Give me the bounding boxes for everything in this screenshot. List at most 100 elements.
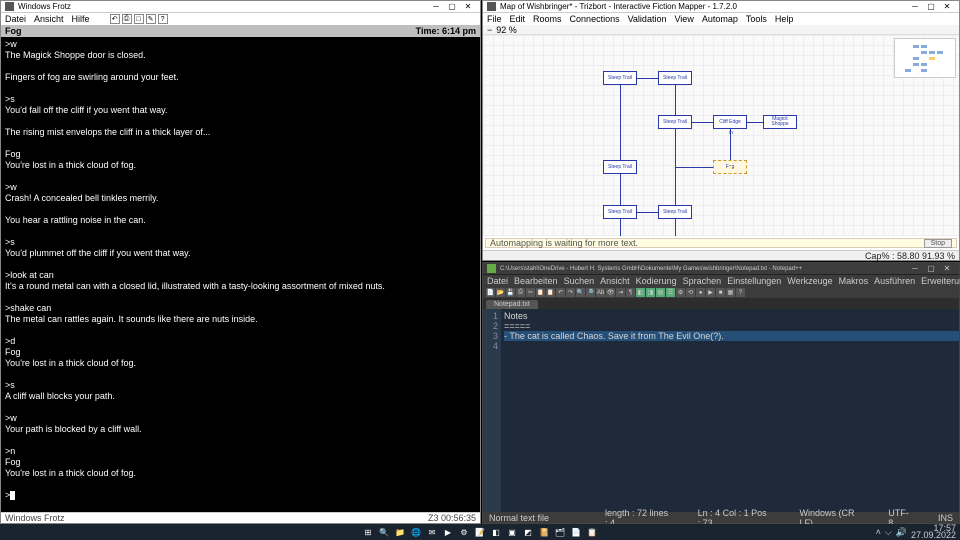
npp-tool-icon[interactable]: 💾: [506, 288, 515, 297]
m-werkz[interactable]: Werkzeuge: [787, 276, 832, 286]
system-tray[interactable]: ˄ ⌵ 🔊 17:57 27.09.2022: [876, 525, 956, 539]
taskbar-item[interactable]: ▶: [441, 526, 455, 538]
npp-tool-icon[interactable]: ⚙: [676, 288, 685, 297]
maximize-button[interactable]: ▢: [444, 2, 460, 12]
taskbar-item[interactable]: 📄: [569, 526, 583, 538]
taskbar-item[interactable]: 📋: [585, 526, 599, 538]
room-steep-trail[interactable]: Steep Trail: [658, 115, 692, 129]
npp-tool-icon[interactable]: 📂: [496, 288, 505, 297]
taskbar-item[interactable]: 🌐: [409, 526, 423, 538]
npp-tool-icon[interactable]: ?: [736, 288, 745, 297]
minimize-button[interactable]: ─: [428, 2, 444, 12]
menu-datei[interactable]: Datei: [5, 14, 26, 24]
connection[interactable]: [675, 167, 713, 168]
npp-tool-icon[interactable]: 📄: [486, 288, 495, 297]
npp-tool-icon[interactable]: ¶: [626, 288, 635, 297]
connection[interactable]: [620, 219, 621, 236]
tool-icon[interactable]: □: [134, 14, 144, 24]
m-einst[interactable]: Einstellungen: [727, 276, 781, 286]
npp-tool-icon[interactable]: ◧: [636, 288, 645, 297]
connection[interactable]: [637, 78, 658, 79]
tray-wifi-icon[interactable]: ⌵: [885, 527, 892, 538]
npp-tool-icon[interactable]: ⟲: [686, 288, 695, 297]
npp-tool-icon[interactable]: ⎙: [516, 288, 525, 297]
m-ansicht[interactable]: Ansicht: [600, 276, 630, 286]
connection[interactable]: [747, 122, 763, 123]
m-suchen[interactable]: Suchen: [564, 276, 595, 286]
taskbar-item[interactable]: ▣: [505, 526, 519, 538]
npp-tool-icon[interactable]: ↷: [566, 288, 575, 297]
tool-icon[interactable]: ↶: [110, 14, 120, 24]
taskbar-item[interactable]: 🔍: [377, 526, 391, 538]
npp-tool-icon[interactable]: 👁: [606, 288, 615, 297]
menu-file[interactable]: File: [487, 14, 502, 24]
npp-tool-icon[interactable]: 🔎: [586, 288, 595, 297]
m-sprachen[interactable]: Sprachen: [683, 276, 722, 286]
minimize-button[interactable]: ─: [907, 264, 923, 274]
editor-text[interactable]: Notes=====- The cat is called Chaos. Sav…: [501, 309, 959, 512]
npp-tool-icon[interactable]: ▤: [656, 288, 665, 297]
taskbar-item[interactable]: ⚙: [457, 526, 471, 538]
npp-tool-icon[interactable]: ◨: [646, 288, 655, 297]
tray-clock[interactable]: 17:57 27.09.2022: [911, 525, 956, 539]
m-kodierung[interactable]: Kodierung: [636, 276, 677, 286]
room-steep-trail[interactable]: Steep Trail: [603, 71, 637, 85]
triz-titlebar[interactable]: Map of Wishbringer* - Trizbort - Interac…: [483, 1, 959, 13]
taskbar-item[interactable]: 📝: [473, 526, 487, 538]
m-bearbeiten[interactable]: Bearbeiten: [514, 276, 558, 286]
taskbar-item[interactable]: 📁: [393, 526, 407, 538]
npp-tool-icon[interactable]: ☰: [666, 288, 675, 297]
menu-hilfe[interactable]: Hilfe: [72, 14, 90, 24]
taskbar[interactable]: ⊞🔍📁🌐✉▶⚙📝◧▣◩📔🗂📄📋 ˄ ⌵ 🔊 17:57 27.09.2022: [0, 524, 960, 540]
npp-tool-icon[interactable]: ↶: [556, 288, 565, 297]
connection[interactable]: [675, 85, 676, 115]
room-steep-trail[interactable]: Steep Trail: [603, 205, 637, 219]
menu-ansicht[interactable]: Ansicht: [34, 14, 64, 24]
connection[interactable]: [675, 167, 676, 236]
npp-tool-icon[interactable]: 📋: [546, 288, 555, 297]
menu-validation[interactable]: Validation: [628, 14, 667, 24]
connection[interactable]: [637, 212, 658, 213]
m-datei[interactable]: Datei: [487, 276, 508, 286]
m-makros[interactable]: Makros: [839, 276, 869, 286]
npp-tool-icon[interactable]: ■: [716, 288, 725, 297]
tool-icon[interactable]: ⎙: [122, 14, 132, 24]
maximize-button[interactable]: ▢: [923, 2, 939, 12]
npp-editor[interactable]: 1234 Notes=====- The cat is called Chaos…: [483, 309, 959, 512]
triz-canvas[interactable]: Steep Trail Steep Trail Steep Trail Cliff E…: [483, 35, 959, 236]
minimap[interactable]: [894, 38, 956, 78]
maximize-button[interactable]: ▢: [923, 264, 939, 274]
room-fog[interactable]: Fog: [713, 160, 747, 174]
npp-tool-icon[interactable]: ▦: [726, 288, 735, 297]
npp-tool-icon[interactable]: 🔍: [576, 288, 585, 297]
taskbar-item[interactable]: 🗂: [553, 526, 567, 538]
tray-volume-icon[interactable]: 🔊: [896, 527, 907, 538]
menu-edit[interactable]: Edit: [510, 14, 526, 24]
room-steep-trail[interactable]: Steep Trail: [658, 205, 692, 219]
menu-automap[interactable]: Automap: [702, 14, 738, 24]
frotz-terminal[interactable]: >wThe Magick Shoppe door is closed. Fing…: [1, 37, 480, 512]
close-button[interactable]: ✕: [460, 2, 476, 12]
tab-notepad[interactable]: Notepad.txt: [486, 300, 538, 309]
minimize-button[interactable]: ─: [907, 2, 923, 12]
npp-tool-icon[interactable]: ⇥: [616, 288, 625, 297]
taskbar-item[interactable]: ◧: [489, 526, 503, 538]
connection[interactable]: [620, 85, 621, 160]
prompt-line[interactable]: >: [5, 490, 476, 501]
m-ausf[interactable]: Ausführen: [874, 276, 915, 286]
tool-icon[interactable]: ?: [158, 14, 168, 24]
npp-titlebar[interactable]: C:\Users\stahl\OneDrive - Hubert H. Syst…: [483, 263, 959, 275]
close-button[interactable]: ✕: [939, 2, 955, 12]
taskbar-item[interactable]: ◩: [521, 526, 535, 538]
menu-tools[interactable]: Tools: [746, 14, 767, 24]
menu-help[interactable]: Help: [775, 14, 794, 24]
taskbar-item[interactable]: ✉: [425, 526, 439, 538]
taskbar-item[interactable]: 📔: [537, 526, 551, 538]
zoom-out-icon[interactable]: −: [487, 25, 492, 35]
menu-view[interactable]: View: [674, 14, 693, 24]
m-erw[interactable]: Erweiterungen: [921, 276, 960, 286]
npp-tool-icon[interactable]: ▶: [706, 288, 715, 297]
room-cliff-edge[interactable]: Cliff Edge: [713, 115, 747, 129]
room-magick-shoppe[interactable]: Magick Shoppe: [763, 115, 797, 129]
tool-icon[interactable]: ✎: [146, 14, 156, 24]
